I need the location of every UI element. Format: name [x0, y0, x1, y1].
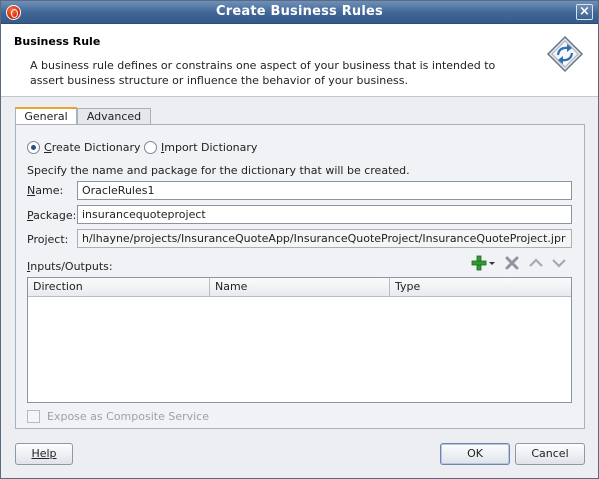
add-dropdown-chevron-icon[interactable]: [488, 255, 496, 271]
import-dictionary-label: Import Dictionary: [161, 140, 258, 154]
expose-composite-option: Expose as Composite Service: [27, 410, 209, 423]
title-bar: Create Business Rules ×: [1, 1, 598, 24]
move-up-icon[interactable]: [528, 255, 544, 271]
add-icon[interactable]: [471, 255, 487, 271]
create-dictionary-radio[interactable]: [27, 140, 40, 154]
ok-button[interactable]: OK: [440, 443, 510, 465]
project-label: Project:: [27, 233, 69, 246]
project-field[interactable]: h/lhayne/projects/InsuranceQuoteApp/Insu…: [77, 229, 572, 248]
inputs-outputs-label: Inputs/Outputs:: [27, 260, 113, 273]
header-title: Business Rule: [14, 35, 101, 48]
expose-composite-checkbox: [27, 410, 40, 423]
delete-icon[interactable]: [504, 255, 520, 271]
header-description: A business rule defines or constrains on…: [30, 59, 496, 87]
create-dictionary-label: Create Dictionary: [44, 140, 141, 154]
create-dictionary-option[interactable]: Create Dictionary: [27, 139, 140, 155]
move-down-icon[interactable]: [551, 255, 567, 271]
help-button[interactable]: Help: [15, 443, 73, 465]
window-title: Create Business Rules: [215, 4, 383, 19]
close-button[interactable]: ×: [576, 4, 593, 20]
table-header: Direction Name Type: [28, 278, 571, 297]
column-header-direction[interactable]: Direction: [28, 278, 210, 296]
inputs-outputs-table[interactable]: Direction Name Type: [27, 277, 572, 403]
cancel-button[interactable]: Cancel: [515, 443, 585, 465]
import-dictionary-option[interactable]: Import Dictionary: [144, 139, 257, 155]
package-field[interactable]: insurancequoteproject: [77, 205, 572, 224]
tab-general[interactable]: General: [15, 107, 77, 124]
column-header-type[interactable]: Type: [390, 278, 571, 296]
column-header-name[interactable]: Name: [210, 278, 390, 296]
tab-advanced[interactable]: Advanced: [77, 108, 151, 124]
business-rule-icon: [546, 35, 584, 73]
dialog-header: Business Rule A business rule defines or…: [1, 24, 598, 97]
name-field[interactable]: OracleRules1: [77, 181, 572, 200]
import-dictionary-radio[interactable]: [144, 140, 157, 154]
dialog-window: Create Business Rules × Business Rule A …: [0, 0, 599, 479]
instruction-text: Specify the name and package for the dic…: [27, 164, 410, 177]
expose-composite-label: Expose as Composite Service: [47, 410, 209, 423]
name-label: Name:: [27, 184, 64, 197]
package-label: Package:: [27, 209, 77, 222]
